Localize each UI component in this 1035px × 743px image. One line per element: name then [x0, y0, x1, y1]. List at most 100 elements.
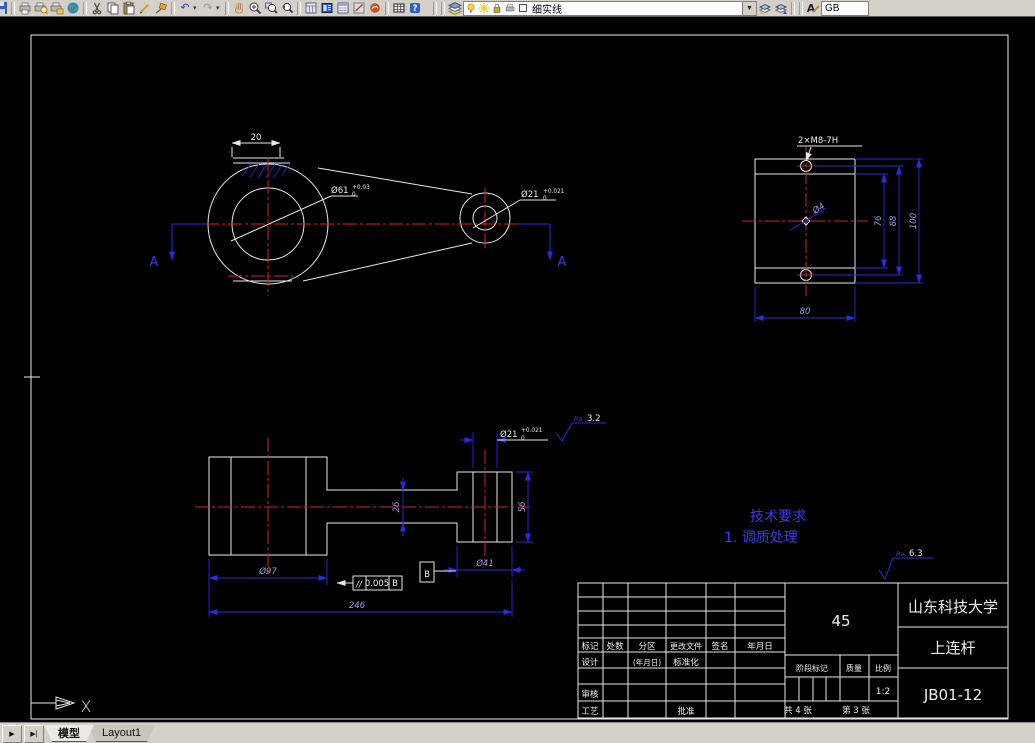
dim-text: 100	[909, 213, 919, 229]
tolerance-lower: 0	[521, 436, 525, 442]
separator	[225, 1, 229, 15]
roughness-label: Ra	[574, 415, 583, 423]
publish-icon[interactable]	[49, 1, 65, 16]
style-combo[interactable]: GB	[821, 0, 869, 16]
roughness-symbol[interactable]: Ra 3.2	[555, 414, 606, 442]
ucs-icon: X	[31, 696, 92, 716]
center-hole-leader[interactable]: Ø4	[789, 201, 827, 231]
redo-icon[interactable]: ↷	[200, 1, 216, 16]
dim-text: 76	[874, 215, 884, 226]
separator	[83, 1, 87, 15]
roughness-value: 3.2	[587, 414, 601, 424]
zoom-window-icon[interactable]	[263, 1, 279, 16]
side-view[interactable]: 2×M8-7H Ø4 76 88 100 80	[742, 136, 923, 322]
modify-icon[interactable]	[153, 1, 169, 16]
plot-icon[interactable]	[17, 1, 33, 16]
roughness-value: 6.3	[909, 549, 923, 559]
tb-sheet-no: 第 3 张	[842, 705, 870, 716]
zoom-realtime-icon[interactable]	[247, 1, 263, 16]
model-space[interactable]: 20 Ø61 +0.03 0 Ø21 +0.021 0 A A 2×M8-7H …	[0, 17, 1035, 723]
fcf-datum: B	[392, 579, 398, 589]
dim-text: Ø21	[500, 429, 518, 440]
thread-callout[interactable]: 2×M8-7H	[797, 136, 862, 162]
tb-stage-label: 阶段标记	[796, 663, 828, 673]
tb-quality-label: 质量	[846, 663, 862, 673]
dim-text: Ø41	[475, 558, 494, 569]
dim-text: 80	[800, 307, 811, 317]
feature-control-frame[interactable]: // 0.005 B	[336, 575, 403, 591]
front-view[interactable]: 20 Ø61 +0.03 0 Ø21 +0.021 0 A A	[150, 133, 567, 296]
dim-small-width[interactable]: 56	[516, 471, 533, 543]
tb-standardization: 标准化	[673, 657, 699, 668]
layer-states-icon[interactable]	[773, 1, 789, 16]
sheet-set-icon[interactable]	[335, 1, 351, 16]
undo-dropdown-icon[interactable]: ▾	[193, 4, 200, 12]
cut-icon[interactable]	[89, 1, 105, 16]
palette-icon[interactable]	[319, 1, 335, 16]
dim-text: Ø4	[810, 201, 827, 217]
dim-bore-21[interactable]: Ø21 +0.021 0	[472, 189, 565, 229]
markup-icon[interactable]	[351, 1, 367, 16]
dim-100[interactable]: 100	[909, 158, 922, 284]
dim-88[interactable]: 88	[889, 165, 902, 276]
style-name[interactable]: GB	[822, 3, 842, 14]
dim-text: Ø61	[331, 185, 349, 196]
layout-tab-bar: ▶ ▶| 模型 Layout1	[0, 722, 1035, 743]
layer-color-swatch[interactable]	[517, 2, 529, 14]
layer-freeze-icon[interactable]	[478, 2, 490, 14]
help-icon[interactable]: ?	[407, 1, 423, 16]
dim-neck[interactable]: 26	[392, 477, 406, 536]
layer-name[interactable]: 细实线	[529, 1, 565, 16]
tb-material: 45	[831, 612, 850, 630]
undo-icon[interactable]: ↶	[177, 1, 193, 16]
calculator-icon[interactable]	[303, 1, 319, 16]
dim-text: Ø21	[521, 189, 539, 200]
standards-icon[interactable]	[367, 1, 383, 16]
match-properties-icon[interactable]	[137, 1, 153, 16]
tb-check: 审核	[581, 689, 599, 700]
tb-part-name: 上连杆	[930, 639, 975, 657]
pan-icon[interactable]	[231, 1, 247, 16]
save-icon[interactable]	[0, 1, 9, 16]
tab-nav-next-button[interactable]: ▶	[2, 725, 22, 743]
dim-bore-61[interactable]: Ø61 +0.03 0	[230, 185, 370, 242]
tb-design: 设计	[581, 657, 599, 668]
toolbar: ↶ ▾ ↷ ▾ ? 细实线 ▼ A GB	[0, 0, 1035, 17]
paste-icon[interactable]	[121, 1, 137, 16]
layer-on-icon[interactable]	[465, 2, 477, 14]
tb-organization: 山东科技大学	[908, 598, 998, 616]
dim-76[interactable]: 76	[874, 173, 887, 269]
tab-model[interactable]: 模型	[44, 725, 94, 742]
zoom-previous-icon[interactable]	[279, 1, 295, 16]
svg-text:?: ?	[412, 4, 417, 14]
svg-text:A: A	[807, 2, 816, 15]
tolerance-upper: +0.03	[352, 185, 370, 191]
datum-target[interactable]: B	[419, 561, 456, 583]
text-style-icon[interactable]: A	[805, 1, 821, 16]
dim-80[interactable]: 80	[754, 287, 856, 322]
tolerance-lower: 0	[352, 192, 356, 198]
web-publish-icon[interactable]	[65, 1, 81, 16]
dim-bore-21-section[interactable]: Ø21 +0.021 0	[460, 428, 548, 468]
layer-plot-icon[interactable]	[504, 2, 516, 14]
plot-preview-icon[interactable]	[33, 1, 49, 16]
layer-lock-icon[interactable]	[491, 2, 503, 14]
section-view[interactable]: 26 56 Ø21 +0.021 0 Ra 3.2 Ø41 Ø97 246 //…	[195, 414, 606, 617]
copy-icon[interactable]	[105, 1, 121, 16]
dim-keyway-20[interactable]: 20	[231, 133, 281, 157]
drawing-canvas[interactable]: 20 Ø61 +0.03 0 Ø21 +0.021 0 A A 2×M8-7H …	[0, 17, 1035, 723]
paper-border	[24, 34, 1009, 720]
layers-icon[interactable]	[447, 1, 463, 16]
dim-text: 26	[392, 501, 402, 512]
layer-combo-arrow[interactable]: ▼	[742, 1, 756, 15]
layer-combo[interactable]: 细实线 ▼	[463, 0, 757, 16]
table-icon[interactable]	[391, 1, 407, 16]
redo-dropdown-icon[interactable]: ▾	[216, 4, 223, 12]
tb-craft: 工艺	[581, 707, 598, 717]
separator	[11, 1, 15, 15]
tab-nav-last-button[interactable]: ▶|	[24, 725, 44, 743]
dim-text: 20	[251, 133, 262, 143]
layer-previous-icon[interactable]	[757, 1, 773, 16]
tab-layout1[interactable]: Layout1	[88, 725, 155, 742]
tech-req-title: 技术要求	[750, 509, 806, 525]
